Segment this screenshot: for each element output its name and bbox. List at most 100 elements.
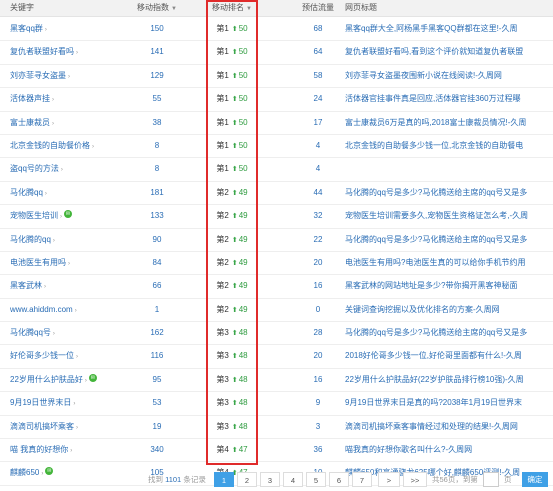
arrow-up-icon: ⬆ xyxy=(231,26,238,33)
mobile-index-value[interactable]: 133 xyxy=(126,205,188,227)
page-title-link[interactable]: 富士康裁员6万是真的吗,2018富士康裁员情况!-久周 xyxy=(345,112,553,134)
mobile-index-value[interactable]: 8 xyxy=(126,135,188,157)
page-unit-label: 页 xyxy=(504,475,512,484)
arrow-up-icon: ⬆ xyxy=(231,306,238,314)
keyword-link[interactable]: 22岁用什么护肤品好 › ✉ xyxy=(10,369,128,391)
keyword-link[interactable]: 滴滴司机搞坏乘客 › xyxy=(10,416,128,438)
keyword-link[interactable]: 马化腾qq › xyxy=(10,182,128,204)
traffic-value: 36 xyxy=(313,445,323,455)
mobile-index-value[interactable]: 181 xyxy=(126,182,188,204)
keyword-link[interactable]: 盗qq号的方法 › xyxy=(10,158,128,180)
mobile-rank-value: 第1 ⬆50 xyxy=(207,65,257,87)
sort-desc-icon: ▼ xyxy=(171,6,177,12)
col-mobile-index-header[interactable]: 移动指数 ▼ xyxy=(126,0,188,16)
page-title-link[interactable]: 宠物医生培训需要多久,宠物医生资格证怎么考,-久周 xyxy=(345,205,553,227)
mobile-rank-value: 第3 ⬆48 xyxy=(207,345,257,367)
wechat-bubble-icon[interactable]: ✉ xyxy=(64,210,72,219)
rank-score: 49 xyxy=(238,304,248,314)
page-title-link[interactable]: 刘亦菲寻女盗墨夜围新小说在线阅读!-久周网 xyxy=(345,65,553,87)
page-title-link[interactable]: 黑客武林的网站地址是多少?带你揭开黑客神秘面 xyxy=(345,275,553,297)
traffic-value: 20 xyxy=(313,257,323,267)
chevron-right-icon: › xyxy=(44,190,47,197)
keyword-text: 宠物医生培训 xyxy=(10,211,58,221)
page-title-link[interactable]: 马化腾的qq号是多少?马化腾送给主席的qq号又是多 xyxy=(345,182,553,204)
col-mobile-rank-header[interactable]: 移动排名 ▼ xyxy=(207,0,257,16)
page-button-2[interactable]: 2 xyxy=(237,472,257,487)
mobile-index-value[interactable]: 53 xyxy=(126,392,188,414)
mobile-index-value[interactable]: 95 xyxy=(126,369,188,391)
keyword-text: 马化腾qq xyxy=(10,187,43,197)
keyword-link[interactable]: 9月19日世界末日 › xyxy=(10,392,128,414)
traffic-value: 68 xyxy=(313,24,323,33)
mobile-rank-value: 第1 ⬆50 xyxy=(207,112,257,134)
keyword-link[interactable]: 黑客武林 › xyxy=(10,275,128,297)
mobile-index-value[interactable]: 8 xyxy=(126,158,188,180)
mobile-index-value[interactable]: 150 xyxy=(126,18,188,40)
page-button-6[interactable]: 6 xyxy=(329,472,349,487)
wechat-bubble-icon[interactable]: ✉ xyxy=(88,373,97,382)
keyword-link[interactable]: 宠物医生培训 › ✉ xyxy=(10,205,128,227)
page-title-link[interactable]: 马化腾的qq号是多少?马化腾送给主席的qq号又是多 xyxy=(345,229,553,251)
table-row: 黑客qq群 › 150 第1 ⬆50 68 黑客qq群大全,阿杨黑手黑客QQ群都在这里!-久… xyxy=(0,18,553,42)
mobile-index-value[interactable]: 340 xyxy=(126,439,188,461)
keyword-link[interactable]: 刘亦菲寻女盗墨 › xyxy=(10,65,128,87)
keyword-text: 富士康裁员 xyxy=(10,117,50,127)
keyword-link[interactable]: www.ahiddm.com › xyxy=(10,299,128,321)
page-button-4[interactable]: 4 xyxy=(283,472,303,487)
keyword-link[interactable]: 黑客qq群 › xyxy=(10,18,128,40)
mobile-rank-value: 第2 ⬆49 xyxy=(207,252,257,274)
page-button-3[interactable]: 3 xyxy=(260,472,280,487)
page-title-link[interactable]: 9月19日世界末日是真的吗?2038年1月19日世界末 xyxy=(345,392,553,414)
page-title-link[interactable]: 电池医生有用吗?电池医生真的可以给你手机节约用 xyxy=(345,252,553,274)
keyword-link[interactable]: 马化腾qq号 › xyxy=(10,322,128,344)
table-row: 22岁用什么护肤品好 › ✉ 95 第3 ⬆48 16 22岁用什么护肤品好(22岁护肤品排行… xyxy=(0,369,553,393)
confirm-button[interactable]: 确定 xyxy=(522,472,548,487)
mobile-index-value[interactable]: 55 xyxy=(126,88,188,110)
page-title-link[interactable]: 黑客qq群大全,阿杨黑手黑客QQ群都在这里!-久周 xyxy=(345,18,553,40)
page-title-link[interactable]: 喵我真的好想你歌名叫什么?-久周网 xyxy=(345,439,553,461)
rank-score: 50 xyxy=(238,24,248,33)
last-page-button[interactable]: >> xyxy=(403,472,427,487)
chevron-right-icon: › xyxy=(70,448,73,455)
page-title-link[interactable]: 活体器官挂事件真是回应,活体器官挂360万过程曝 xyxy=(345,88,553,110)
chevron-right-icon: › xyxy=(73,401,76,408)
mobile-rank-value: 第1 ⬆50 xyxy=(207,88,257,110)
arrow-up-icon: ⬆ xyxy=(231,213,238,221)
page-title-link[interactable]: 滴滴司机搞坏乘客事情经过和处理的结果!-久周网 xyxy=(345,416,553,438)
page-button-7[interactable]: 7 xyxy=(352,472,372,487)
keyword-text: 黑客武林 xyxy=(10,281,42,291)
keyword-link[interactable]: 电池医生有用吗 › xyxy=(10,252,128,274)
mobile-index-value[interactable]: 116 xyxy=(126,345,188,367)
keyword-link[interactable]: 好伦哥多少钱一位 › xyxy=(10,345,128,367)
page-title-link[interactable]: 关键词查询挖掘以及优化排名的方案-久周网 xyxy=(345,299,553,321)
mobile-index-value[interactable]: 129 xyxy=(126,65,188,87)
mobile-index-value[interactable]: 141 xyxy=(126,41,188,63)
page-title-link[interactable]: 复仇者联盟好看吗,看到这个评价就知道复仇者联盟 xyxy=(345,41,553,63)
mobile-index-value[interactable]: 90 xyxy=(126,229,188,251)
keyword-link[interactable]: 喵 我真的好想你 › xyxy=(10,439,128,461)
keyword-link[interactable]: 活体器声挂 › xyxy=(10,88,128,110)
keyword-link[interactable]: 马化腾的qq › xyxy=(10,229,128,251)
page-title-link[interactable]: 2018好伦哥多少钱一位,好伦哥里面都有什么!-久周 xyxy=(345,345,553,367)
mobile-index-value[interactable]: 66 xyxy=(126,275,188,297)
mobile-index-value[interactable]: 1 xyxy=(126,299,188,321)
page-button-1[interactable]: 1 xyxy=(214,472,234,487)
rank-score: 50 xyxy=(238,164,248,174)
keyword-text: 马化腾qq号 xyxy=(10,328,51,338)
page-title-link[interactable] xyxy=(345,158,553,180)
keyword-link[interactable]: 复仇者联盟好看吗 › xyxy=(10,41,128,63)
keyword-link[interactable]: 富士康裁员 › xyxy=(10,112,128,134)
mobile-index-value[interactable]: 84 xyxy=(126,252,188,274)
page-button-5[interactable]: 5 xyxy=(306,472,326,487)
keyword-text: 滴滴司机搞坏乘客 xyxy=(10,421,74,431)
goto-page-input[interactable] xyxy=(483,472,499,487)
keyword-link[interactable]: 北京金钱的自助餐价格 › xyxy=(10,135,128,157)
mobile-index-value[interactable]: 162 xyxy=(126,322,188,344)
chevron-right-icon: › xyxy=(76,354,78,361)
mobile-index-value[interactable]: 38 xyxy=(126,112,188,134)
page-title-link[interactable]: 北京金钱的自助餐多少钱一位,北京金钱的自助餐电 xyxy=(345,135,553,157)
next-page-button[interactable]: > xyxy=(378,472,400,487)
page-title-link[interactable]: 22岁用什么护肤品好(22岁护肤品排行榜10强)-久周 xyxy=(345,369,553,391)
page-title-link[interactable]: 马化腾的qq号是多少?马化腾送给主席的qq号又是多 xyxy=(345,322,553,344)
mobile-index-value[interactable]: 19 xyxy=(126,416,188,438)
